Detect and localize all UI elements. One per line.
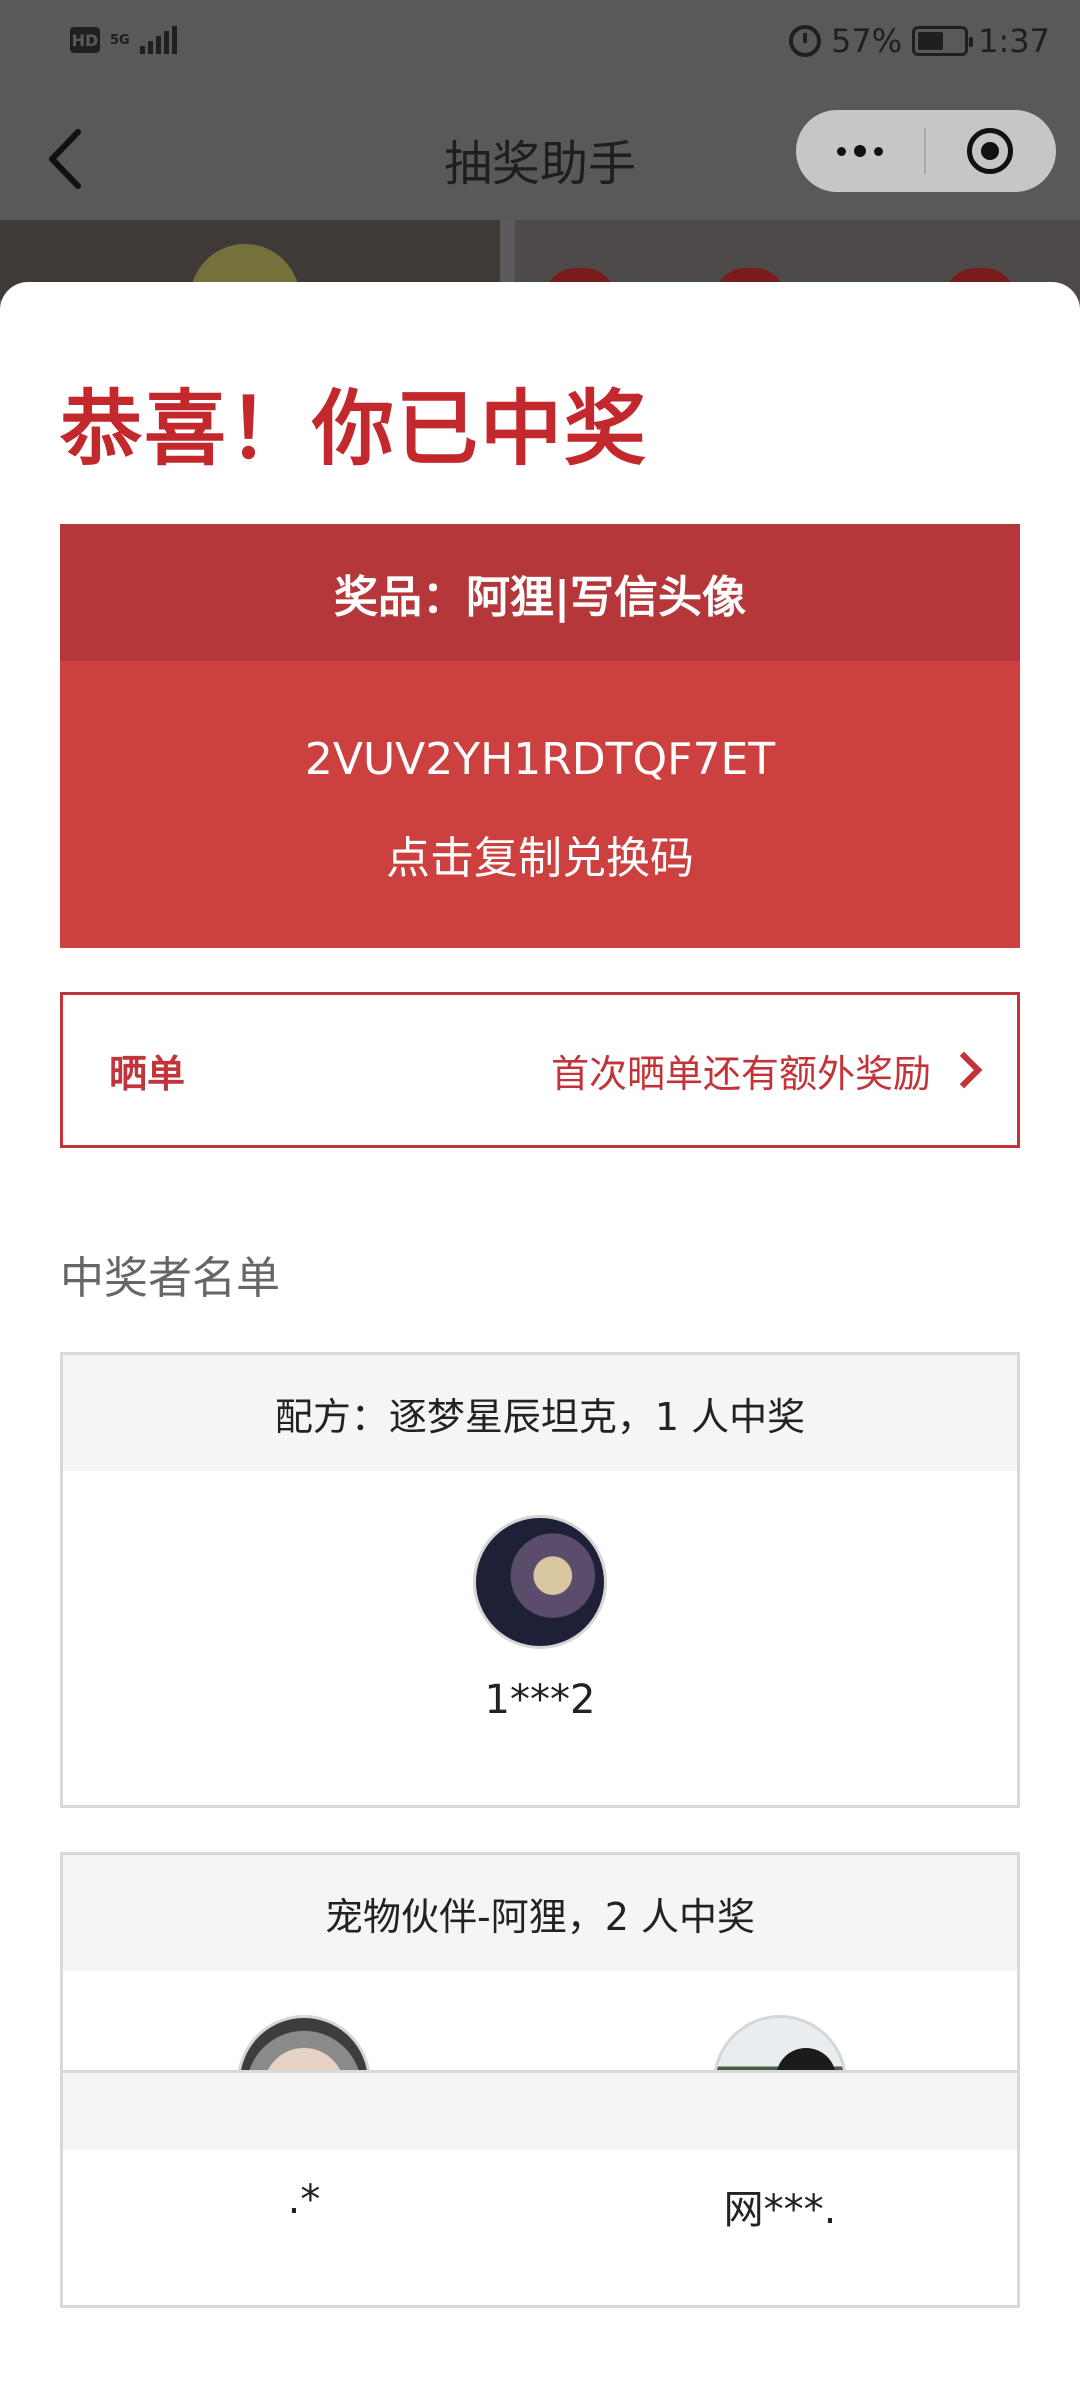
congrats-headline: 恭喜！你已中奖 [60, 381, 649, 477]
winner-group-card-partial [60, 2070, 1020, 2150]
status-right: 57% 1:37 [789, 22, 1050, 60]
miniprogram-capsule [796, 110, 1056, 192]
share-hint-group: 首次晒单还有额外奖励 [550, 1043, 983, 1098]
dot-icon [874, 146, 883, 156]
prize-card: 奖品：阿狸|写信头像 2VUV2YH1RDTQF7ET 点击复制兑换码 [60, 524, 1020, 948]
winner-group-card: 配方：逐梦星辰坦克，1 人中奖 1***2 [60, 1352, 1020, 1808]
avatar [473, 1515, 607, 1649]
signal-icon [139, 26, 177, 54]
winner-item: 1***2 [420, 1515, 660, 1723]
hd-icon: HD [70, 27, 100, 53]
dot-icon [837, 146, 846, 156]
redeem-code[interactable]: 2VUV2YH1RDTQF7ET [60, 734, 1020, 785]
winner-name: 网***. [723, 2187, 837, 2233]
alarm-icon [789, 25, 822, 57]
clock: 1:37 [978, 22, 1050, 60]
winner-name: .* [287, 2177, 321, 2223]
nav-bar: 抽奖助手 [0, 94, 1080, 220]
network-type: 5G [110, 32, 130, 48]
battery-icon [912, 26, 974, 56]
share-order-row[interactable]: 晒单 首次晒单还有额外奖励 [60, 992, 1020, 1148]
close-miniprogram-button[interactable] [926, 110, 1054, 192]
chevron-right-icon [945, 1051, 983, 1089]
target-icon [967, 128, 1013, 174]
winner-group-body: 1***2 [63, 1471, 1017, 1805]
winners-section-title: 中奖者名单 [60, 1253, 280, 1304]
share-hint: 首次晒单还有额外奖励 [550, 1051, 931, 1096]
winner-group-header: 配方：逐梦星辰坦克，1 人中奖 [63, 1355, 1017, 1471]
dot-icon [854, 145, 866, 157]
share-label: 晒单 [109, 1051, 186, 1096]
network-indicators: HD 5G [70, 26, 177, 54]
more-button[interactable] [796, 110, 924, 192]
battery-percent: 57% [831, 22, 903, 60]
winner-name: 1***2 [484, 1677, 596, 1723]
winner-group-header: 宠物伙伴-阿狸，2 人中奖 [63, 1855, 1017, 1971]
status-bar: HD 5G 57% 1:37 [0, 0, 1080, 94]
copy-code-button[interactable]: 点击复制兑换码 [60, 822, 1020, 886]
prize-title: 奖品：阿狸|写信头像 [60, 524, 1020, 661]
